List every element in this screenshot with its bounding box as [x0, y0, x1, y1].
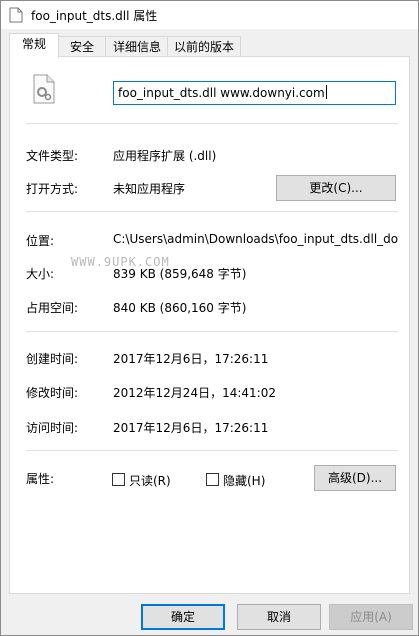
dll-file-icon [33, 74, 55, 104]
accessed-label: 访问时间: [26, 421, 79, 435]
open-with-label: 打开方式: [26, 182, 79, 196]
separator [26, 331, 398, 332]
text-caret [325, 85, 327, 99]
tab-strip: 常规 安全 详细信息 以前的版本 [1, 33, 418, 58]
attributes-label: 属性: [26, 472, 55, 486]
change-button[interactable]: 更改(C)... [276, 175, 396, 201]
location-value: C:\Users\admin\Downloads\foo_input_dts.d… [113, 232, 399, 246]
cancel-button[interactable]: 取消 [237, 604, 321, 630]
properties-window: foo_input_dts.dll 属性 常规 安全 详细信息 以前的版本 fo… [0, 0, 419, 636]
apply-button[interactable]: 应用(A) [329, 604, 413, 630]
tab-label: 详细信息 [112, 40, 161, 54]
file-icon [9, 7, 23, 23]
size-label: 大小: [26, 267, 55, 281]
tab-details[interactable]: 详细信息 [105, 36, 169, 57]
modified-label: 修改时间: [26, 386, 79, 400]
file-type-value: 应用程序扩展 (.dll) [113, 149, 217, 163]
readonly-label[interactable]: 只读(R) [129, 472, 171, 489]
created-label: 创建时间: [26, 352, 79, 366]
location-label: 位置: [26, 234, 55, 248]
size-on-disk-label: 占用空间: [26, 301, 79, 315]
title-bar[interactable]: foo_input_dts.dll 属性 [1, 1, 418, 29]
tab-security[interactable]: 安全 [57, 36, 107, 57]
ok-button[interactable]: 确定 [141, 604, 225, 630]
tab-general[interactable]: 常规 [9, 33, 59, 58]
watermark: WWW.9UPK.COM [71, 255, 170, 269]
window-title: foo_input_dts.dll 属性 [31, 9, 158, 23]
tab-label: 常规 [21, 37, 46, 51]
separator [26, 211, 398, 212]
accessed-value: 2017年12月6日，17:26:11 [113, 421, 269, 435]
open-with-value: 未知应用程序 [113, 182, 186, 196]
hidden-label[interactable]: 隐藏(H) [223, 472, 265, 489]
separator [26, 450, 398, 451]
hidden-checkbox[interactable] [206, 473, 219, 486]
created-value: 2017年12月6日，17:26:11 [113, 352, 269, 366]
separator [26, 123, 398, 124]
file-name-text: foo_input_dts.dll www.downyi.com [118, 86, 325, 100]
file-type-label: 文件类型: [26, 149, 79, 163]
tab-label: 安全 [69, 40, 94, 54]
tab-label: 以前的版本 [173, 40, 234, 54]
size-on-disk-value: 840 KB (860,160 字节) [113, 301, 247, 315]
advanced-button[interactable]: 高级(D)... [314, 465, 396, 491]
readonly-checkbox[interactable] [112, 473, 125, 486]
file-name-input[interactable]: foo_input_dts.dll www.downyi.com [113, 81, 396, 105]
modified-value: 2012年12月24日，14:41:02 [113, 386, 276, 400]
tab-previous-versions[interactable]: 以前的版本 [167, 36, 241, 57]
general-panel: foo_input_dts.dll www.downyi.com 文件类型: 应… [9, 56, 410, 594]
